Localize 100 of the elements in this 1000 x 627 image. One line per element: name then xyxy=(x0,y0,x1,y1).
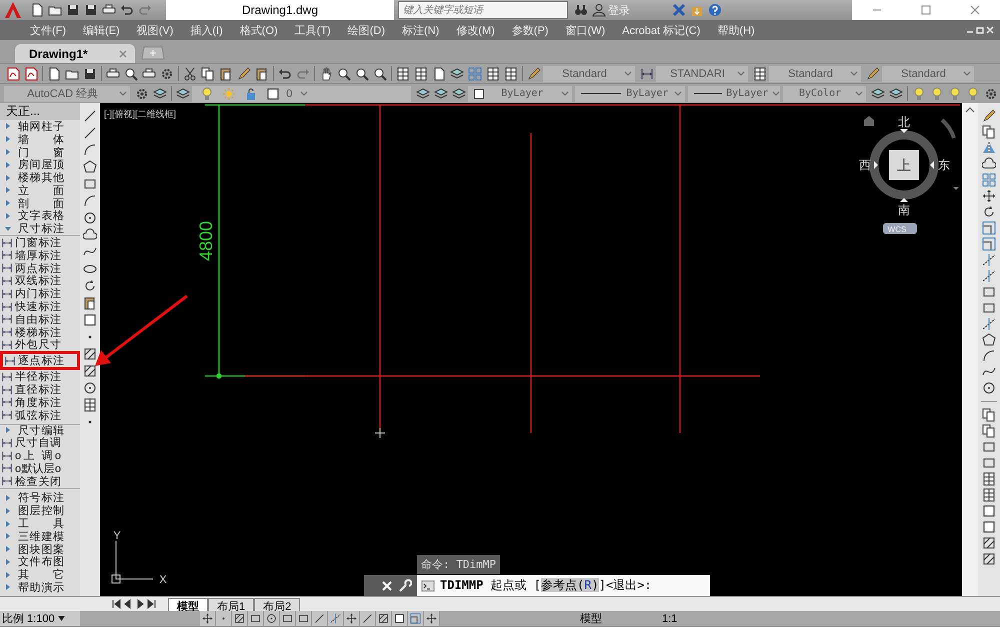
multileader-style-dropdown[interactable]: Standard xyxy=(882,66,974,82)
arc-icon[interactable] xyxy=(982,349,996,363)
expand-arrow-icon[interactable] xyxy=(4,174,12,182)
rotate-icon[interactable] xyxy=(982,205,996,219)
new-tab-icon[interactable] xyxy=(141,46,165,60)
drawing-aid-toggle[interactable] xyxy=(232,611,248,626)
palette-group[interactable]: 剖 面 xyxy=(0,196,80,210)
gear-icon[interactable] xyxy=(160,66,174,80)
palette-command[interactable]: 角度标注 xyxy=(0,396,80,409)
scissors-icon[interactable] xyxy=(183,66,197,80)
palette-group[interactable]: 帮助演示 xyxy=(0,581,80,594)
drawing-aid-toggle[interactable] xyxy=(376,611,392,626)
palette-group[interactable]: 工 具 xyxy=(0,517,80,530)
move-arrows-icon[interactable] xyxy=(982,189,996,203)
linetype-dropdown[interactable]: ByLayer xyxy=(574,86,686,102)
magnifier-icon[interactable] xyxy=(337,66,351,80)
palette-command[interactable]: 快速标注 xyxy=(0,300,80,313)
palette-command[interactable]: 门窗标注 xyxy=(0,236,80,249)
palette-group[interactable]: 房间屋顶 xyxy=(0,158,80,172)
copy-icon[interactable] xyxy=(201,66,215,80)
close-icon[interactable] xyxy=(969,4,982,16)
dimension-icon[interactable] xyxy=(640,66,654,80)
printer-icon[interactable] xyxy=(142,66,156,80)
menu-item[interactable]: 窗口(W) xyxy=(565,22,606,38)
palette-group[interactable]: 文件布图 xyxy=(0,556,80,568)
rectangle-icon[interactable] xyxy=(982,440,996,454)
document-window-controls-icon[interactable] xyxy=(966,25,996,35)
square-icon[interactable] xyxy=(83,313,97,327)
binoculars-icon[interactable] xyxy=(574,3,588,17)
expand-arrow-icon[interactable] xyxy=(4,224,12,233)
expand-arrow-icon[interactable] xyxy=(4,199,12,208)
layer-dropdown[interactable]: 0 xyxy=(192,86,412,102)
trim-icon[interactable] xyxy=(982,317,996,331)
copy-icon[interactable] xyxy=(982,408,996,422)
arc-icon[interactable] xyxy=(83,194,97,208)
document-icon[interactable] xyxy=(30,3,44,17)
layers-icon[interactable] xyxy=(871,86,885,100)
hatch-icon[interactable] xyxy=(83,347,97,361)
copy-icon[interactable] xyxy=(982,125,996,139)
circle-icon[interactable] xyxy=(83,211,97,225)
ellipse-icon[interactable] xyxy=(83,262,97,276)
hatch-icon[interactable] xyxy=(982,552,996,566)
palette-command[interactable]: 两点标注 xyxy=(0,262,80,275)
bulb-icon[interactable] xyxy=(930,86,944,100)
line-icon[interactable] xyxy=(83,109,97,123)
bulb-icon[interactable] xyxy=(912,86,926,100)
palette-command[interactable]: 墙厚标注 xyxy=(0,248,80,262)
table-icon[interactable] xyxy=(414,66,428,80)
layout-tab[interactable]: 布局2 xyxy=(254,598,300,611)
expand-arrow-icon[interactable] xyxy=(4,122,12,130)
menu-item[interactable]: 绘图(D) xyxy=(348,22,385,38)
scale-dropdown[interactable]: 比例 1:100 xyxy=(0,611,80,626)
layers-icon[interactable] xyxy=(434,86,448,100)
drawing-aid-toggle[interactable] xyxy=(200,611,216,626)
brush-icon[interactable] xyxy=(866,66,880,80)
table-icon[interactable] xyxy=(982,472,996,486)
color-dropdown[interactable]: ByLayer xyxy=(468,86,572,102)
layers-icon[interactable] xyxy=(176,86,190,100)
cloud-icon[interactable] xyxy=(982,157,996,171)
save-icon[interactable] xyxy=(84,3,98,17)
palette-command[interactable]: 双线标注 xyxy=(0,274,80,288)
expand-arrow-icon[interactable] xyxy=(4,186,12,194)
drawing-aid-toggle[interactable] xyxy=(328,611,344,626)
brush-icon[interactable] xyxy=(237,66,251,80)
magnifier-icon[interactable] xyxy=(373,66,387,80)
document-icon[interactable] xyxy=(432,66,446,80)
drawing-aid-toggle[interactable] xyxy=(344,611,360,626)
clipboard-icon[interactable] xyxy=(255,66,269,80)
palette-group[interactable]: 其 它 xyxy=(0,568,80,582)
magnifier-icon[interactable] xyxy=(124,66,138,80)
document-icon[interactable] xyxy=(47,66,61,80)
clipboard-icon[interactable] xyxy=(219,66,233,80)
drawing-aid-toggle[interactable] xyxy=(248,611,264,626)
palette-group[interactable]: 文字表格 xyxy=(0,210,80,222)
bulb-icon[interactable] xyxy=(966,86,980,100)
expand-arrow-icon[interactable] xyxy=(4,506,12,515)
circle-icon[interactable] xyxy=(83,381,97,395)
undo-arrow-icon[interactable] xyxy=(278,66,292,80)
brush-icon[interactable] xyxy=(527,66,541,80)
table-icon[interactable] xyxy=(753,66,767,80)
text-style-dropdown[interactable]: Standard xyxy=(543,66,635,82)
expand-arrow-icon[interactable] xyxy=(4,570,12,579)
menu-item[interactable]: 帮助(H) xyxy=(717,22,755,38)
menu-item[interactable]: 格式(O) xyxy=(240,22,278,38)
expand-arrow-icon[interactable] xyxy=(4,583,12,592)
palette-group[interactable]: 图块图案 xyxy=(0,542,80,556)
menu-item[interactable]: 工具(T) xyxy=(294,22,331,38)
lineweight-dropdown[interactable]: ByLayer xyxy=(688,86,780,102)
hatch-icon[interactable] xyxy=(982,536,996,550)
square-icon[interactable] xyxy=(982,504,996,518)
viewport-label[interactable]: [-][俯视][二维线框] xyxy=(104,108,176,121)
menu-item[interactable]: 参数(P) xyxy=(512,22,548,38)
palette-command[interactable]: 检查关闭 xyxy=(0,474,80,488)
table-icon[interactable] xyxy=(982,488,996,502)
scroll-bar[interactable] xyxy=(962,103,978,596)
rotate-icon[interactable] xyxy=(83,279,97,293)
palette-command[interactable]: 外包尺寸 xyxy=(0,338,80,352)
annotation-scale-button[interactable]: 1:1 xyxy=(662,612,678,624)
menu-item[interactable]: 文件(F) xyxy=(30,22,66,38)
palette-group[interactable]: 三维建模 xyxy=(0,530,80,543)
